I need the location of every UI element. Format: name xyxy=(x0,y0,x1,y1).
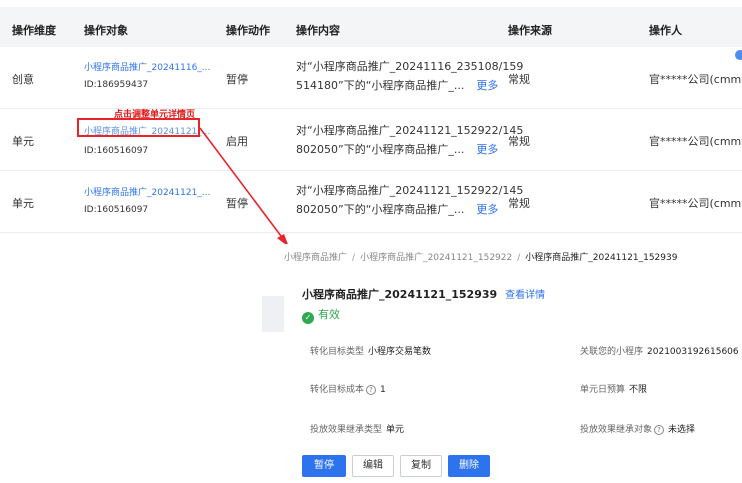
delete-button[interactable]: 删除 xyxy=(448,455,490,477)
breadcrumb-current: 小程序商品推广_20241121_152939 xyxy=(525,253,678,263)
field-conversion-cost: 转化目标成本? 1 xyxy=(310,385,386,395)
help-question-icon[interactable]: ? xyxy=(654,425,665,435)
breadcrumb-separator: / xyxy=(517,253,521,263)
view-details-link[interactable]: 查看详情 xyxy=(505,290,545,301)
unit-detail-panel: 小程序商品推广 / 小程序商品推广_20241121_152922/小程序商品推广_… xyxy=(284,244,742,483)
status-badge: ✓ 有效 xyxy=(302,306,340,324)
status-text: 有效 xyxy=(318,308,340,321)
unit-detail-card: 小程序商品推广_20241121_152939 查看详情 ✓ 有效 转化目标类型 小程… xyxy=(302,264,742,483)
field-inherit-target: 投放效果继承对象? 未选择 xyxy=(580,425,696,435)
breadcrumb-separator: / xyxy=(352,253,356,263)
field-conversion-type: 转化目标类型 小程序交易笔数 xyxy=(310,347,432,357)
unit-title: 小程序商品推广_20241121_152939 查看详情 xyxy=(302,286,545,302)
copy-button[interactable]: 复制 xyxy=(400,455,442,477)
edit-button[interactable]: 编辑 xyxy=(352,455,394,477)
field-daily-budget: 单元日预算 不限 xyxy=(580,385,648,395)
breadcrumb-item[interactable]: 小程序商品推广_20241121_152922 xyxy=(360,253,512,263)
field-mini-program: 关联您的小程序 2021003192615606 xyxy=(580,347,739,357)
panel-backdrop xyxy=(262,296,284,332)
unit-title-text: 小程序商品推广_20241121_152939 xyxy=(302,288,498,301)
field-inherit-type: 投放效果继承类型 单元 xyxy=(310,425,405,435)
check-circle-icon: ✓ xyxy=(302,312,314,324)
help-question-icon[interactable]: ? xyxy=(366,385,377,395)
breadcrumb: 小程序商品推广 / 小程序商品推广_20241121_152922 / 小程序商品推广_… xyxy=(284,250,677,263)
breadcrumb-item[interactable]: 小程序商品推广 xyxy=(284,253,347,263)
pause-button[interactable]: 暂停 xyxy=(302,455,346,477)
